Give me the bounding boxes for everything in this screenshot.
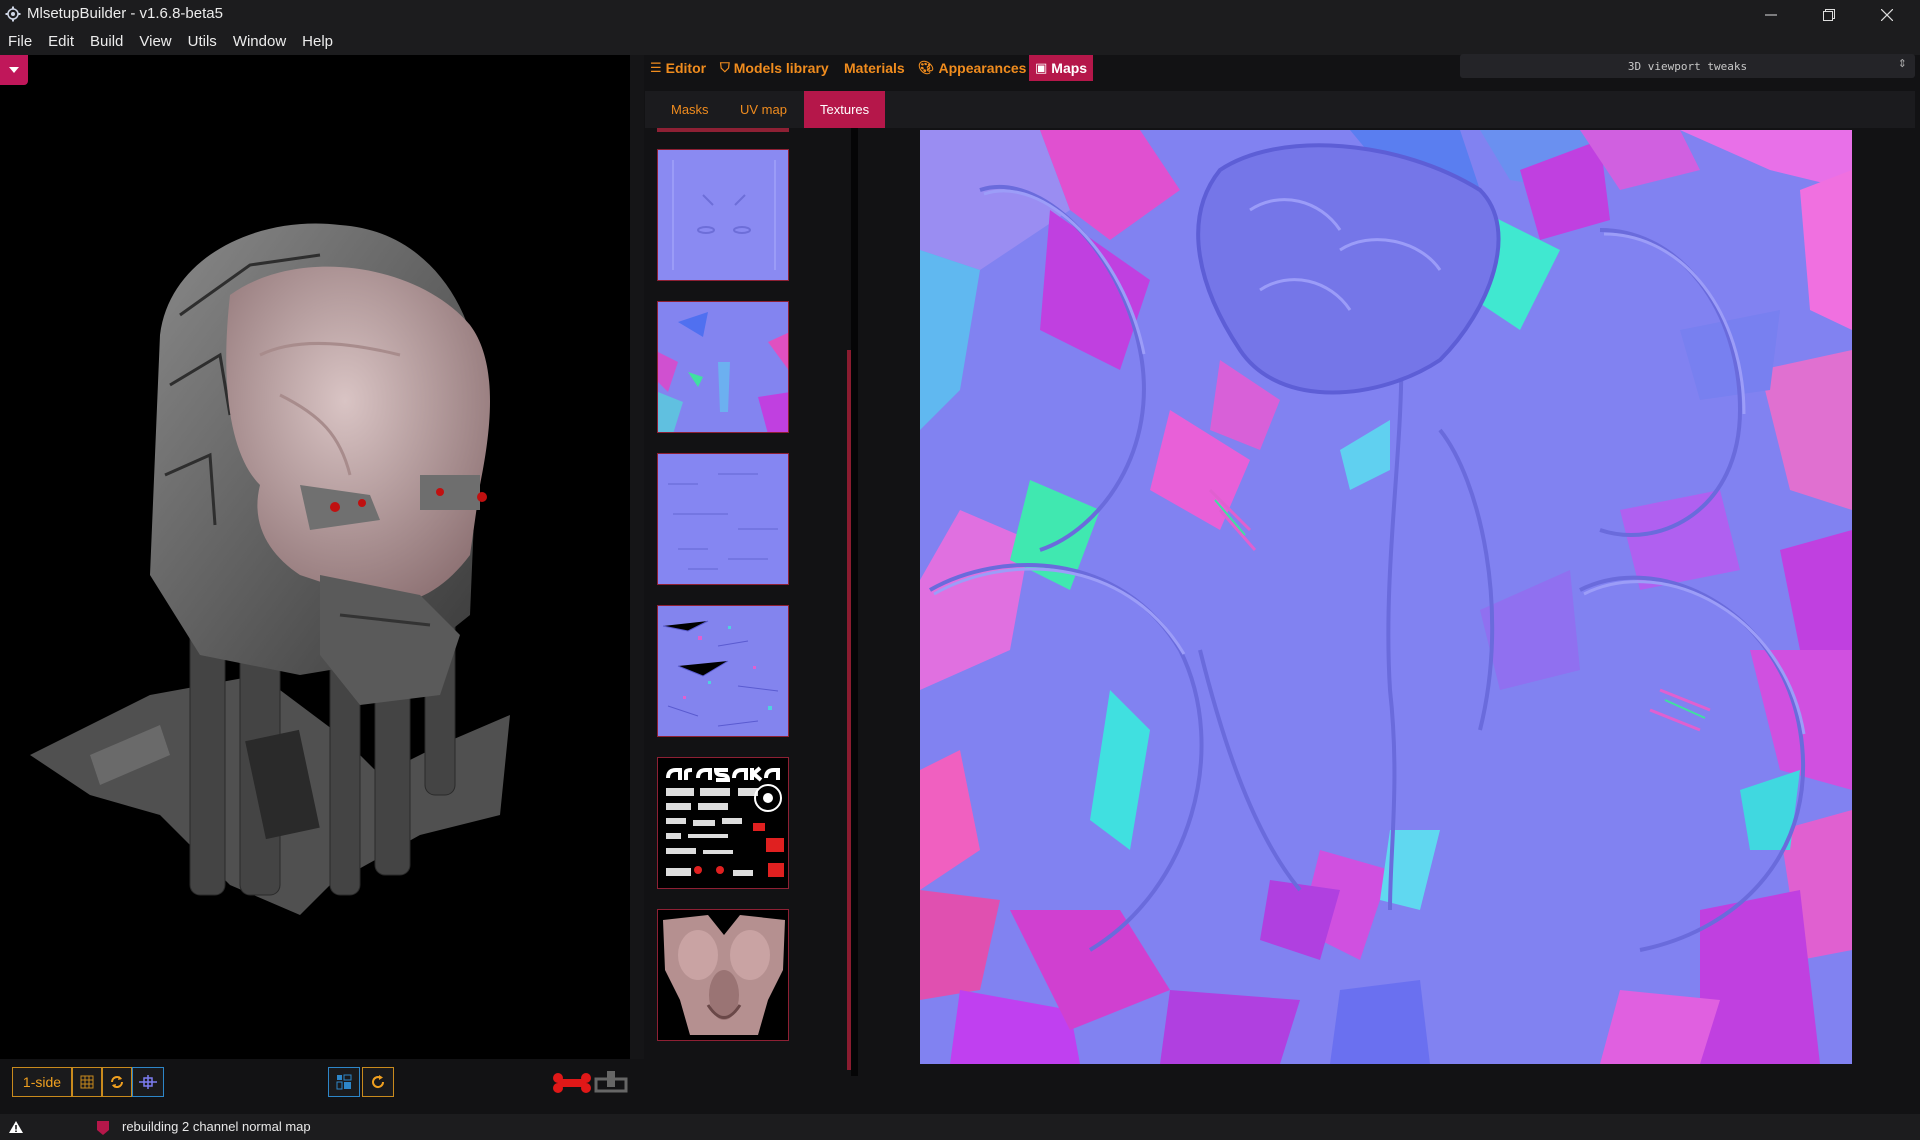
menu-help[interactable]: Help — [294, 29, 341, 55]
tag-icon — [97, 1121, 109, 1135]
menu-edit[interactable]: Edit — [40, 29, 82, 55]
warning-icon[interactable] — [8, 1120, 24, 1134]
minimize-icon — [1765, 14, 1777, 15]
grid-icon — [80, 1075, 94, 1089]
chevron-down-icon — [9, 67, 19, 73]
texture-preview[interactable] — [920, 130, 1852, 1064]
app-icon — [5, 6, 21, 22]
side-toggle-label: 1-side — [22, 1074, 62, 1090]
texture-thumbnail[interactable] — [657, 605, 789, 737]
status-bar: rebuilding 2 channel normal map — [0, 1114, 1920, 1140]
layout-icon — [336, 1074, 352, 1090]
menu-build[interactable]: Build — [82, 29, 131, 55]
close-icon — [1881, 8, 1893, 21]
viewport-splitter[interactable] — [630, 55, 644, 1059]
viewport-toolbar: 1-side — [0, 1059, 636, 1107]
tab-materials[interactable]: Materials — [844, 55, 905, 81]
refresh-button[interactable] — [362, 1067, 394, 1097]
tab-models-library[interactable]: ⛉ Models library — [720, 55, 829, 81]
subtab-textures-label: Textures — [820, 102, 870, 117]
thumbnail-partial — [657, 128, 789, 132]
window-title: MlsetupBuilder - v1.6.8-beta5 — [27, 5, 223, 22]
diffuse-skin-thumbnail — [658, 910, 788, 1040]
normal-map-thumbnail — [658, 150, 788, 280]
texture-thumbnail[interactable] — [657, 909, 789, 1041]
tab-maps-label: Maps — [1051, 60, 1088, 76]
updown-icon: ⇕ — [1897, 58, 1907, 70]
wireframe-button[interactable] — [72, 1067, 102, 1097]
texture-thumbnail[interactable] — [657, 149, 789, 281]
sync-icon — [111, 1076, 123, 1088]
shield-icon: ⛉ — [720, 60, 730, 75]
restore-icon — [1823, 8, 1835, 21]
bone-icon[interactable] — [552, 1072, 592, 1094]
texture-thumbnail[interactable] — [657, 301, 789, 433]
side-toggle-button[interactable]: 1-side — [12, 1067, 72, 1097]
texture-thumbnail-list[interactable] — [645, 128, 850, 1076]
tab-materials-label: Materials — [844, 60, 905, 76]
preview-splitter[interactable] — [851, 128, 858, 1076]
maps-subtabs: Masks UV map Textures — [645, 91, 1915, 128]
tab-models-library-label: Models library — [733, 60, 829, 76]
menu-view[interactable]: View — [131, 29, 179, 55]
menu-file[interactable]: File — [0, 29, 40, 55]
subtab-uv-map[interactable]: UV map — [740, 91, 787, 128]
palette-icon: 🎨︎ — [918, 60, 935, 75]
tab-maps[interactable]: ▣ Maps — [1029, 55, 1094, 81]
decal-sheet-thumbnail — [658, 758, 788, 888]
close-button[interactable] — [1858, 0, 1916, 29]
subtab-masks[interactable]: Masks — [671, 91, 709, 128]
tab-appearances[interactable]: 🎨︎ Appearances — [918, 55, 1026, 81]
texture-thumbnail[interactable] — [657, 453, 789, 585]
restore-button[interactable] — [1800, 0, 1858, 29]
subtab-masks-label: Masks — [671, 102, 709, 117]
refresh-icon — [372, 1075, 385, 1089]
tab-editor-label: Editor — [665, 60, 707, 76]
arrows-horizontal-icon — [139, 1075, 157, 1089]
minimize-button[interactable] — [1742, 0, 1800, 29]
layout-button[interactable] — [328, 1067, 360, 1097]
bars-icon: ☰ — [650, 60, 662, 75]
subtab-uv-map-label: UV map — [740, 102, 787, 117]
image-icon: ▣ — [1035, 60, 1048, 75]
tab-appearances-label: Appearances — [938, 60, 1027, 76]
subtab-textures[interactable]: Textures — [804, 91, 886, 128]
normal-map-thumbnail — [658, 606, 788, 736]
menu-window[interactable]: Window — [225, 29, 294, 55]
menu-bar: File Edit Build View Utils Window Help — [0, 29, 1920, 55]
export-icon[interactable] — [594, 1069, 628, 1097]
3d-viewport[interactable] — [0, 55, 630, 1059]
title-bar: MlsetupBuilder - v1.6.8-beta5 — [0, 0, 1920, 29]
normal-map-thumbnail — [658, 302, 788, 432]
normal-map-preview-image — [920, 130, 1852, 1064]
menu-utils[interactable]: Utils — [180, 29, 225, 55]
texture-thumbnail[interactable] — [657, 757, 789, 889]
viewport-tweaks-dropdown[interactable]: 3D viewport tweaks ⇕ — [1460, 54, 1915, 78]
status-message: rebuilding 2 channel normal map — [122, 1119, 311, 1134]
rotate-toggle-button[interactable] — [102, 1067, 132, 1097]
3d-head-model — [30, 223, 510, 915]
camera-reset-button[interactable] — [132, 1067, 164, 1097]
tab-editor[interactable]: ☰ Editor — [650, 55, 706, 81]
viewport-tweaks-label: 3D viewport tweaks — [1627, 60, 1748, 73]
viewport-menu-toggle[interactable] — [0, 55, 28, 85]
normal-map-thumbnail — [658, 454, 788, 584]
